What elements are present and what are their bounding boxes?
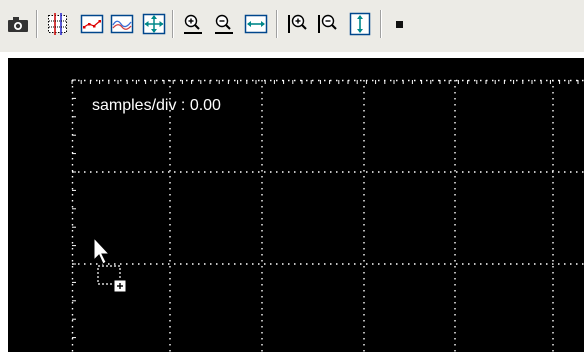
zoom-out-horizontal-icon[interactable]: [212, 12, 236, 36]
zoom-in-horizontal-icon[interactable]: [181, 12, 205, 36]
samples-per-div-label: samples/div : 0.00: [92, 97, 221, 114]
screenshot-icon[interactable]: [6, 12, 30, 36]
toolbar-separator: [172, 10, 174, 38]
toolbar-separator: [36, 10, 38, 38]
fit-horizontal-icon[interactable]: [244, 12, 268, 36]
fit-vertical-icon[interactable]: [348, 12, 372, 36]
zoom-out-vertical-icon[interactable]: [316, 12, 340, 36]
zoom-in-vertical-icon[interactable]: [286, 12, 310, 36]
drag-copy-cursor-icon: [92, 236, 142, 300]
toolbar-separator: [380, 10, 382, 38]
toolbar-separator: [276, 10, 278, 38]
show-points-icon[interactable]: [80, 12, 104, 36]
autoscale-icon[interactable]: [142, 12, 166, 36]
toolbar: [0, 0, 584, 50]
show-waveform-icon[interactable]: [110, 12, 134, 36]
stop-icon[interactable]: [388, 12, 412, 36]
select-points-icon[interactable]: [46, 12, 70, 36]
scope-display[interactable]: samples/div : 0.00: [8, 58, 584, 352]
